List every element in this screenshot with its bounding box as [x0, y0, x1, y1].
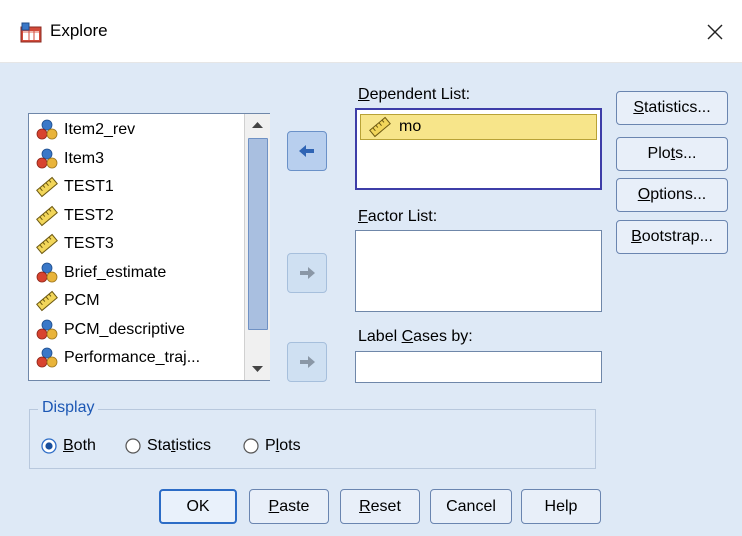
arrow-left-icon — [299, 145, 314, 157]
reset-button[interactable]: Reset — [340, 489, 420, 524]
variable-label: TEST2 — [64, 206, 114, 224]
variable-label: Item2_rev — [64, 121, 136, 138]
radio-both-label: Both — [63, 437, 96, 454]
factor-list-box[interactable] — [355, 230, 602, 312]
label-cases-label: Label Cases by: — [358, 328, 473, 345]
variable-list-item[interactable]: PCM — [36, 288, 100, 314]
scale-ruler-icon — [36, 176, 58, 198]
dependent-list-label: Dependent List: — [358, 86, 471, 103]
factor-list-label: Factor List: — [358, 208, 438, 225]
scale-ruler-icon — [369, 116, 391, 138]
nominal-variable-icon — [36, 319, 58, 339]
radio-unselected-icon — [125, 438, 141, 454]
variable-list-item[interactable]: TEST3 — [36, 231, 114, 257]
close-button[interactable] — [696, 14, 732, 48]
radio-selected-icon — [41, 438, 57, 454]
arrow-right-icon — [300, 356, 315, 368]
variable-list-item[interactable]: Performance_traj... — [36, 345, 200, 371]
plots-button[interactable]: Plots... — [616, 137, 728, 171]
variable-label: PCM_descriptive — [64, 320, 185, 338]
arrow-right-icon — [300, 267, 315, 279]
radio-statistics[interactable]: Statistics — [125, 437, 211, 455]
variable-label: Performance_traj... — [64, 349, 201, 366]
variable-list-item[interactable]: Item2_rev — [36, 117, 135, 143]
variable-list-item[interactable]: PCM_descriptive — [36, 317, 185, 343]
label-cases-field[interactable] — [355, 351, 602, 383]
variable-list-item[interactable]: Item3 — [36, 146, 104, 172]
display-group-legend: Display — [38, 399, 99, 417]
source-variable-list[interactable]: Item2_rev Item3 TEST1 TEST2 TEST3 Brief_estim… — [28, 113, 270, 381]
paste-button[interactable]: Paste — [249, 489, 329, 524]
help-button[interactable]: Help — [521, 489, 601, 524]
variable-label: TEST3 — [64, 235, 114, 252]
variable-label: PCM — [64, 292, 100, 309]
variable-label: TEST1 — [64, 178, 114, 195]
dependent-item-label: mo — [399, 118, 422, 135]
bootstrap-button[interactable]: Bootstrap... — [616, 220, 728, 254]
scroll-up-arrow-icon[interactable] — [245, 114, 270, 136]
options-button[interactable]: Options... — [616, 178, 728, 212]
statistics-button[interactable]: Statistics... — [616, 91, 728, 125]
cancel-button[interactable]: Cancel — [430, 489, 512, 524]
dependent-list-box[interactable]: mo — [355, 108, 602, 190]
scale-ruler-icon — [36, 290, 58, 312]
nominal-variable-icon — [36, 148, 58, 168]
variable-list-item[interactable]: TEST2 — [36, 203, 114, 229]
display-group — [29, 409, 596, 469]
close-icon — [707, 24, 723, 40]
radio-unselected-icon — [243, 438, 259, 454]
explore-app-icon — [20, 22, 42, 43]
radio-plots[interactable]: Plots — [243, 437, 301, 455]
nominal-variable-icon — [36, 119, 58, 140]
variable-list-item[interactable]: Brief_estimate — [36, 260, 166, 286]
scale-ruler-icon — [36, 205, 58, 226]
variable-label: Brief_estimate — [64, 263, 167, 281]
scale-ruler-icon — [36, 233, 58, 255]
radio-plots-label: Plots — [265, 437, 301, 454]
variable-list-scrollbar[interactable] — [244, 114, 270, 380]
move-factor-button[interactable] — [287, 253, 327, 293]
dependent-list-item[interactable]: mo — [360, 114, 597, 140]
variable-list-item[interactable]: TEST1 — [36, 174, 114, 200]
move-dependent-button[interactable] — [287, 131, 327, 171]
scrollbar-thumb[interactable] — [248, 138, 268, 330]
nominal-variable-icon — [36, 347, 58, 368]
radio-both[interactable]: Both — [41, 437, 96, 455]
nominal-variable-icon — [36, 262, 58, 282]
ok-button[interactable]: OK — [159, 489, 237, 524]
title-bar: Explore — [0, 0, 742, 63]
variable-label: Item3 — [64, 149, 105, 167]
radio-statistics-label: Statistics — [147, 437, 212, 454]
window-title: Explore — [50, 21, 108, 40]
scroll-down-arrow-icon[interactable] — [245, 358, 270, 380]
move-label-cases-button[interactable] — [287, 342, 327, 382]
